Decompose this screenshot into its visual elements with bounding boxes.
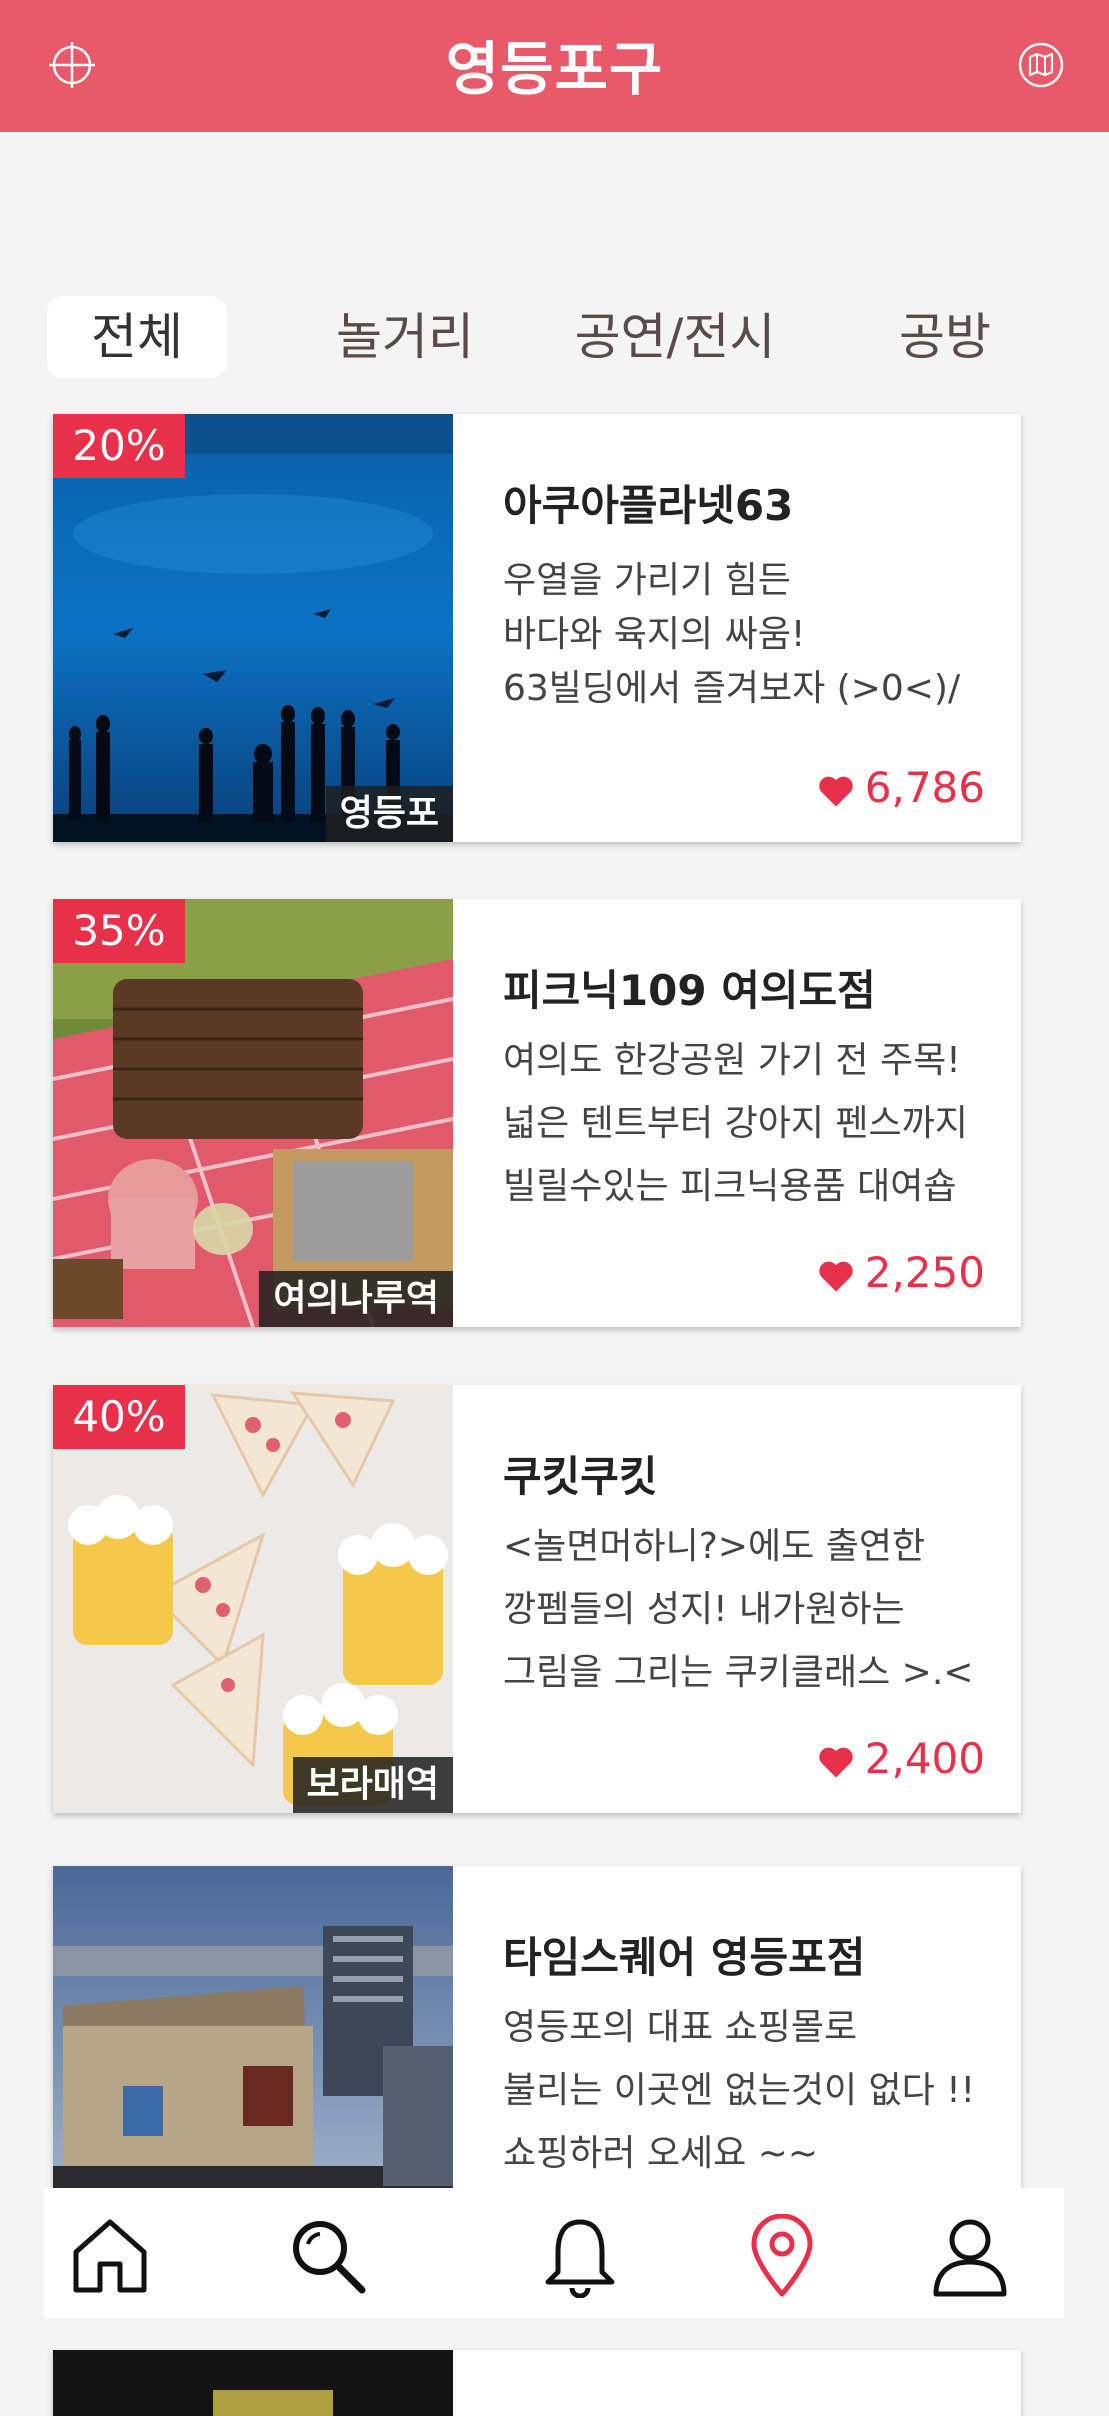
location-label: 여의나루역	[259, 1271, 453, 1327]
like-count-value: 6,786	[864, 763, 985, 812]
card-title: 피크닉109 여의도점	[503, 966, 876, 1015]
heart-icon	[819, 776, 853, 806]
description-line: <놀면머하니?>에도 출연한	[503, 1526, 926, 1567]
description-line: 여의도 한강공원 가기 전 주목!	[503, 1040, 961, 1081]
discount-badge: 35%	[53, 899, 185, 963]
description-line: 빌릴수있는 피크닉용품 대여숍	[503, 1166, 957, 1207]
card-title: 쿠킷쿠킷	[503, 1452, 658, 1501]
description-line: 불리는 이곳엔 없는것이 없다 !!	[503, 2070, 976, 2111]
page-title: 영등포구	[445, 35, 664, 103]
like-count[interactable]: 2,250	[817, 1249, 985, 1297]
description-line: 영등포의 대표 쇼핑몰로	[503, 2007, 858, 2048]
description-line: 그림을 그리는 쿠키클래스 >.<	[503, 1652, 974, 1693]
bell-icon[interactable]	[538, 2214, 622, 2298]
place-card[interactable]: 20% 영등포 아쿠아플라넷63 우열을 가리기 힘든 바다와 육지의 싸움! …	[53, 414, 1021, 842]
card-description: <놀면머하니?>에도 출연한 깡펨들의 성지! 내가원하는 그림을 그리는 쿠키…	[503, 1515, 1003, 1704]
heart-icon	[819, 1747, 853, 1777]
heart-icon	[819, 1261, 853, 1291]
search-icon[interactable]	[286, 2214, 370, 2298]
description-line: 넓은 텐트부터 강아지 펜스까지	[503, 1103, 968, 1144]
description-line: 깡펨들의 성지! 내가원하는	[503, 1589, 905, 1630]
tab-performance-exhibition[interactable]: 공연/전시	[560, 296, 790, 378]
description-line: 63빌딩에서 즐겨보자 (>0<)/	[503, 668, 961, 709]
location-label: 영등포	[325, 786, 453, 842]
bottom-navigation	[44, 2188, 1064, 2318]
card-description: 우열을 가리기 힘든 바다와 육지의 싸움! 63빌딩에서 즐겨보자 (>0<)…	[503, 554, 1003, 716]
discount-badge: 20%	[53, 414, 185, 478]
place-card[interactable]: 40% 보라매역 쿠킷쿠킷 <놀면머하니?>에도 출연한 깡펨들의 성지! 내가…	[53, 1385, 1021, 1813]
like-count[interactable]: 6,786	[817, 764, 985, 812]
place-card[interactable]	[53, 2350, 1021, 2416]
category-tabs: 전체 놀거리 공연/전시 공방	[0, 296, 1109, 378]
card-title: 아쿠아플라넷63	[503, 481, 794, 530]
app-header: 영등포구	[0, 0, 1109, 132]
cookie-photo: 40% 보라매역	[53, 1385, 453, 1813]
location-pin-icon[interactable]	[740, 2214, 824, 2298]
aquarium-photo: 20% 영등포	[53, 414, 453, 842]
tab-play[interactable]: 놀거리	[310, 296, 500, 378]
tab-all[interactable]: 전체	[47, 296, 227, 378]
home-icon[interactable]	[68, 2214, 152, 2298]
location-label: 보라매역	[292, 1757, 453, 1813]
tab-workshop[interactable]: 공방	[870, 296, 1020, 378]
description-line: 쇼핑하러 오세요 ~~	[503, 2133, 819, 2174]
like-count-value: 2,400	[864, 1734, 985, 1783]
map-icon[interactable]	[1016, 40, 1066, 90]
like-count[interactable]: 2,400	[817, 1735, 985, 1783]
like-count-value: 2,250	[864, 1248, 985, 1297]
user-icon[interactable]	[928, 2214, 1012, 2298]
description-line: 바다와 육지의 싸움!	[503, 614, 806, 655]
place-photo	[53, 2350, 453, 2416]
discount-badge: 40%	[53, 1385, 185, 1449]
card-description: 여의도 한강공원 가기 전 주목! 넓은 텐트부터 강아지 펜스까지 빌릴수있는…	[503, 1029, 1003, 1218]
place-card[interactable]: 35% 여의나루역 피크닉109 여의도점 여의도 한강공원 가기 전 주목! …	[53, 899, 1021, 1327]
picnic-photo: 35% 여의나루역	[53, 899, 453, 1327]
description-line: 우열을 가리기 힘든	[503, 560, 791, 601]
card-description: 영등포의 대표 쇼핑몰로 불리는 이곳엔 없는것이 없다 !! 쇼핑하러 오세요…	[503, 1996, 1003, 2185]
card-title: 타임스퀘어 영등포점	[503, 1933, 866, 1982]
